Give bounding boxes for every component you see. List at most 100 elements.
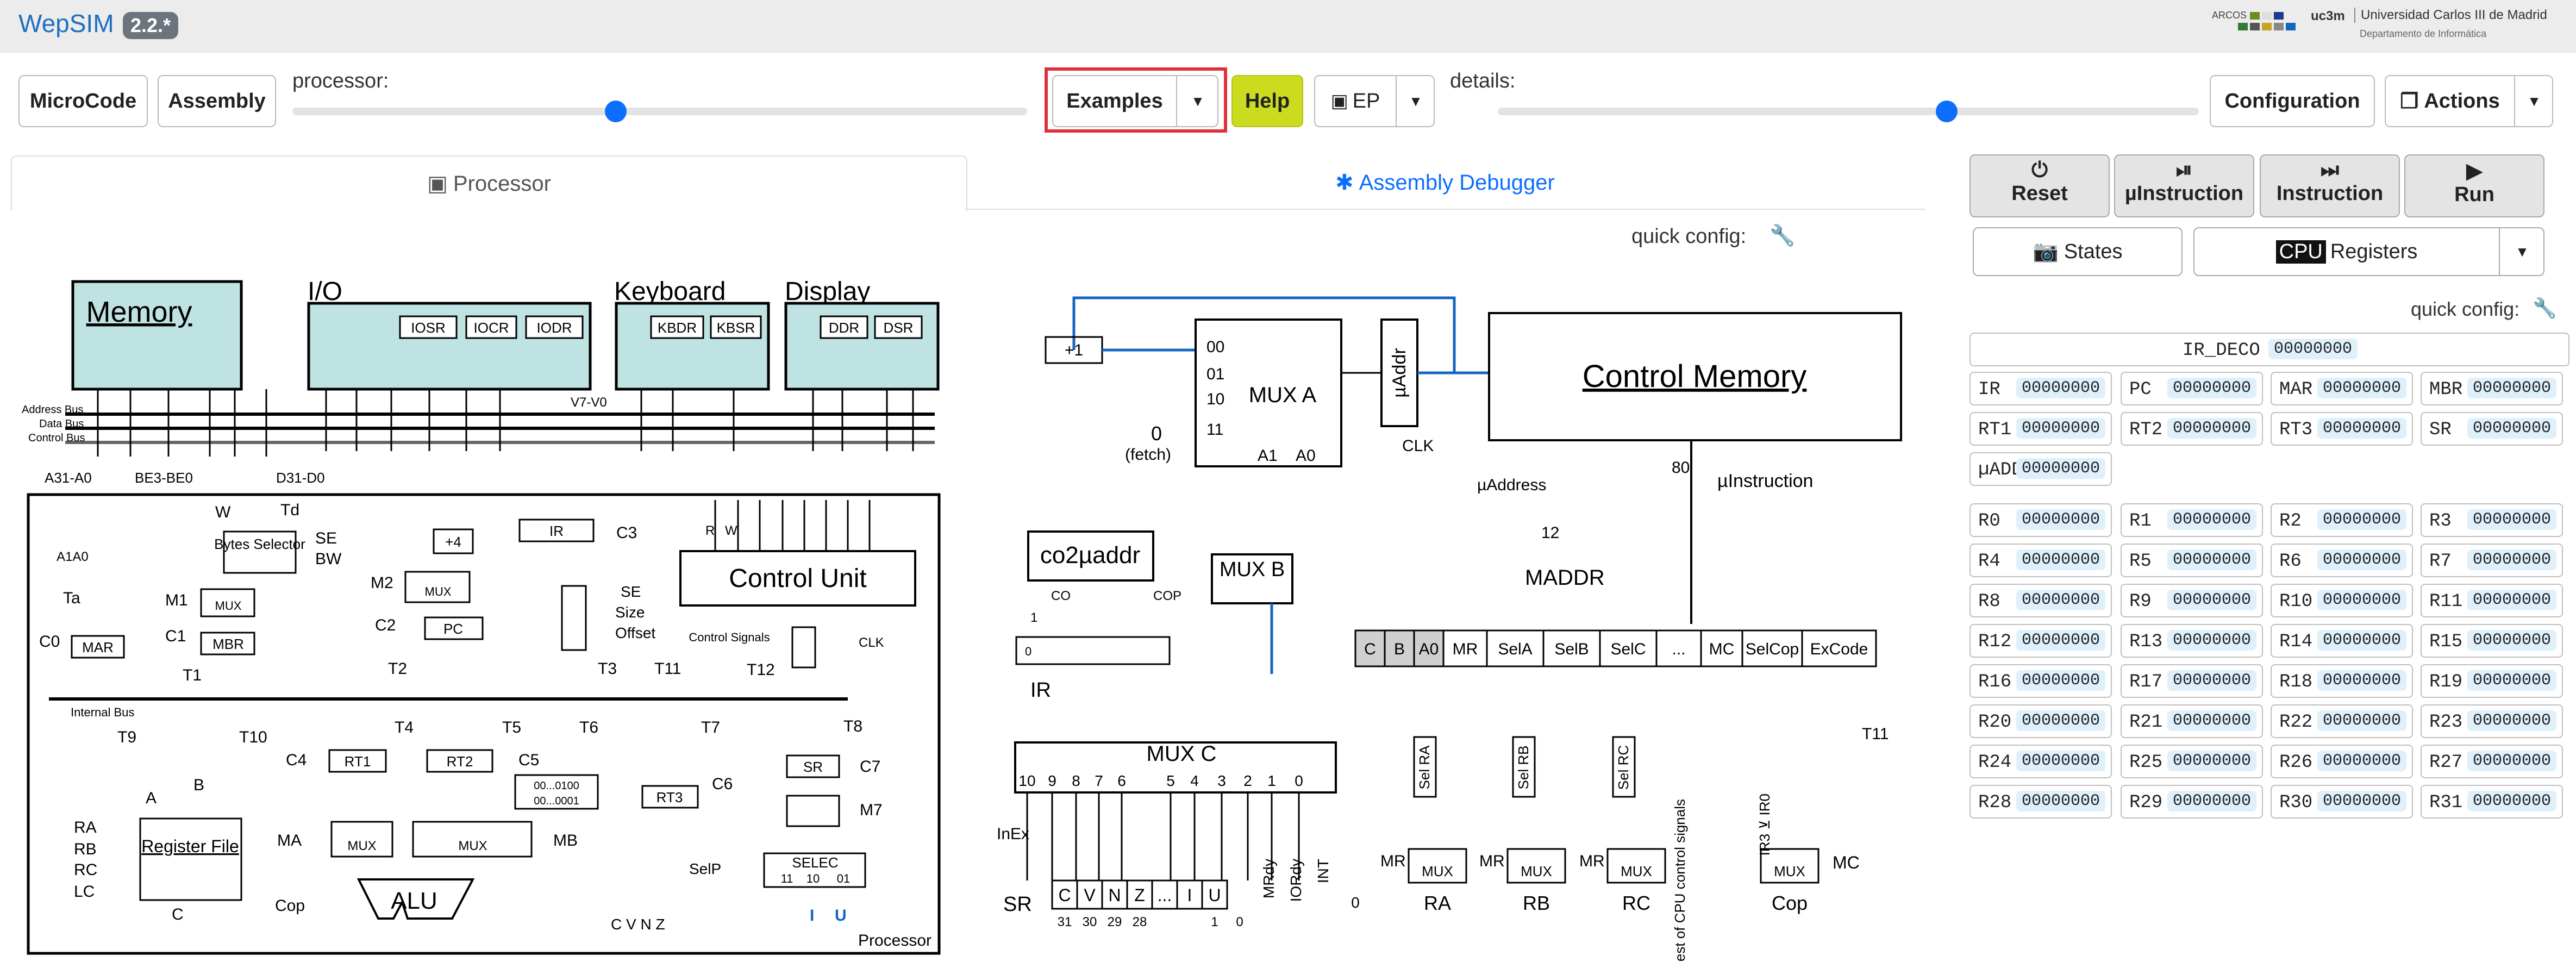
registers-dropdown-toggle[interactable]: ▼ [2499, 228, 2544, 275]
actions-button[interactable]: ❐ Actions [2386, 76, 2514, 126]
mux-c-input: 2 [1243, 772, 1252, 789]
register-r31[interactable]: R31 00000000 [2421, 785, 2563, 819]
register-r20[interactable]: R20 00000000 [1969, 704, 2112, 738]
register-r28[interactable]: R28 00000000 [1969, 785, 2112, 819]
mc-label-2: MC [1833, 853, 1860, 872]
register-r23[interactable]: R23 00000000 [2421, 704, 2563, 738]
register-r14[interactable]: R14 00000000 [2271, 624, 2413, 658]
reset-button[interactable]: ⏻ Reset [1969, 154, 2110, 217]
cop-output-label: Cop [1772, 892, 1808, 914]
processor-slider[interactable] [292, 101, 1027, 122]
details-slider-knob[interactable] [1935, 101, 1958, 122]
register-r25[interactable]: R25 00000000 [2121, 745, 2263, 778]
sr-bit: C [1058, 885, 1071, 905]
sr-bit: Z [1134, 885, 1145, 905]
register-r10[interactable]: R10 00000000 [2271, 584, 2413, 617]
register-r2[interactable]: R2 00000000 [2271, 503, 2413, 537]
caret-down-icon: ▼ [2515, 243, 2529, 260]
ep-dropdown-toggle[interactable]: ▼ [1396, 76, 1435, 126]
register-mar[interactable]: MAR 00000000 [2271, 372, 2413, 405]
co-label: CO [1051, 589, 1071, 603]
register-name: R2 [2279, 511, 2302, 532]
t12-label: T12 [747, 661, 775, 679]
register-r17[interactable]: R17 00000000 [2121, 664, 2263, 698]
register-r1[interactable]: R1 00000000 [2121, 503, 2263, 537]
register-value: 00000000 [2317, 590, 2406, 610]
register-r15[interactable]: R15 00000000 [2421, 624, 2563, 658]
ep-button[interactable]: ▣ EP [1315, 76, 1396, 126]
register-r27[interactable]: R27 00000000 [2421, 745, 2563, 778]
ir-deco-register[interactable]: IR_DECO 00000000 [1969, 333, 2569, 366]
mux-c-extra-input: IORdy [1287, 859, 1304, 902]
actions-dropdown-toggle[interactable]: ▼ [2514, 76, 2553, 126]
mux-m7[interactable] [786, 795, 840, 827]
states-button[interactable]: 📷 States [1973, 227, 2183, 276]
register-value: 00000000 [2016, 590, 2105, 610]
register-r18[interactable]: R18 00000000 [2271, 664, 2413, 698]
register-r12[interactable]: R12 00000000 [1969, 624, 2112, 658]
sr-bit: ... [1158, 885, 1172, 905]
instruction-button[interactable]: ⏭ Instruction [2260, 154, 2400, 217]
register-sr[interactable]: SR 00000000 [2421, 412, 2563, 446]
control-bus-label: Control Bus [28, 432, 85, 444]
t5-label: T5 [502, 719, 521, 736]
register-r11[interactable]: R11 00000000 [2421, 584, 2563, 617]
wrench-icon[interactable]: 🔧 [2533, 297, 2557, 320]
register-r30[interactable]: R30 00000000 [2271, 785, 2413, 819]
register-r24[interactable]: R24 00000000 [1969, 745, 2112, 778]
register-r22[interactable]: R22 00000000 [2271, 704, 2413, 738]
register-r0[interactable]: R0 00000000 [1969, 503, 2112, 537]
tab-assembly-debugger[interactable]: ✱ Assembly Debugger [965, 155, 1925, 210]
register-µaddr[interactable]: µADDR 00000000 [1969, 452, 2112, 486]
register-mbr[interactable]: MBR 00000000 [2421, 372, 2563, 405]
register-value: 00000000 [2317, 791, 2406, 811]
mb-label: MB [553, 832, 578, 850]
register-pc[interactable]: PC 00000000 [2121, 372, 2263, 405]
register-r29[interactable]: R29 00000000 [2121, 785, 2263, 819]
register-name: R11 [2429, 591, 2463, 612]
assembly-button[interactable]: Assembly [158, 75, 276, 127]
run-button[interactable]: ▶ Run [2404, 154, 2544, 217]
caret-down-icon: ▼ [2527, 92, 2541, 109]
register-r26[interactable]: R26 00000000 [2271, 745, 2413, 778]
register-r6[interactable]: R6 00000000 [2271, 544, 2413, 577]
registers-button[interactable]: CPU Registers [2194, 228, 2499, 275]
m2-label: M2 [371, 574, 393, 592]
uinstruction-button[interactable]: ⏯ µInstruction [2114, 154, 2254, 217]
register-file[interactable] [139, 817, 242, 901]
ma-label: MA [277, 832, 302, 850]
t2-label: T2 [388, 660, 407, 678]
register-r16[interactable]: R16 00000000 [1969, 664, 2112, 698]
tab-processor[interactable]: ▣ Processor [11, 155, 967, 211]
r-signal: R [705, 523, 715, 538]
c3-label: C3 [616, 524, 637, 542]
c5-label: C5 [518, 751, 539, 769]
configuration-button[interactable]: Configuration [2210, 75, 2375, 127]
register-r4[interactable]: R4 00000000 [1969, 544, 2112, 577]
register-r3[interactable]: R3 00000000 [2421, 503, 2563, 537]
register-rt2[interactable]: RT2 00000000 [2121, 412, 2263, 446]
arcos-logo: ARCOS [2212, 10, 2247, 21]
wrench-icon[interactable]: 🔧 [1770, 224, 1795, 248]
register-value: 00000000 [2467, 590, 2556, 610]
details-slider[interactable] [1498, 101, 2199, 122]
register-ir[interactable]: IR 00000000 [1969, 372, 2112, 405]
top-bar: WepSIM 2.2.* ARCOS uc3m Universidad Carl… [0, 0, 2576, 53]
bug-icon: ✱ [1335, 171, 1354, 195]
register-r7[interactable]: R7 00000000 [2421, 544, 2563, 577]
microcode-button[interactable]: MicroCode [18, 75, 148, 127]
processor-slider-knob[interactable] [604, 101, 627, 122]
register-r19[interactable]: R19 00000000 [2421, 664, 2563, 698]
register-r9[interactable]: R9 00000000 [2121, 584, 2263, 617]
mux-a-label: MUX A [1249, 383, 1317, 407]
selec-ir[interactable] [561, 585, 587, 651]
help-button[interactable]: Help [1231, 75, 1303, 127]
register-rt3[interactable]: RT3 00000000 [2271, 412, 2413, 446]
register-rt1[interactable]: RT1 00000000 [1969, 412, 2112, 446]
app-title[interactable]: WepSIM [18, 9, 114, 38]
register-r5[interactable]: R5 00000000 [2121, 544, 2263, 577]
c-label: C [172, 905, 184, 923]
register-r13[interactable]: R13 00000000 [2121, 624, 2263, 658]
register-r21[interactable]: R21 00000000 [2121, 704, 2263, 738]
register-r8[interactable]: R8 00000000 [1969, 584, 2112, 617]
